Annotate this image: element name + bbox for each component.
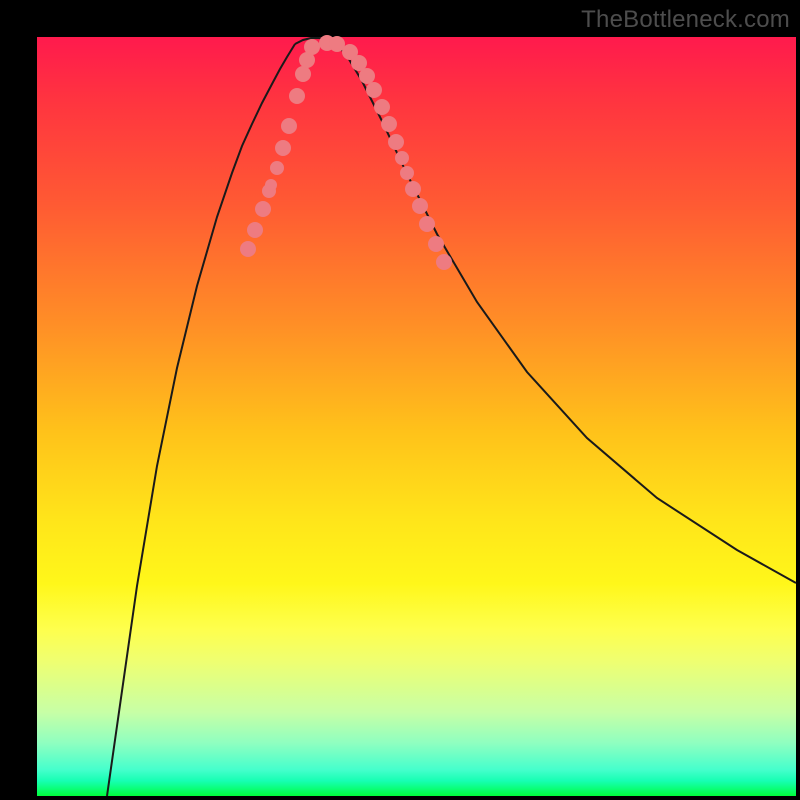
right-branch-curve <box>335 42 796 583</box>
data-point-icon <box>405 181 421 197</box>
data-point-icon <box>388 134 404 150</box>
left-branch-curve <box>107 44 295 796</box>
data-point-icon <box>265 179 277 191</box>
chart-svg <box>37 37 796 796</box>
data-point-icon <box>366 82 382 98</box>
data-point-icon <box>240 241 256 257</box>
watermark-text: TheBottleneck.com <box>581 6 790 34</box>
data-point-icon <box>281 118 297 134</box>
data-point-icon <box>428 236 444 252</box>
data-point-icon <box>289 88 305 104</box>
data-point-icon <box>400 166 414 180</box>
chart-frame: TheBottleneck.com <box>0 0 800 800</box>
data-point-icon <box>247 222 263 238</box>
data-point-icon <box>295 66 311 82</box>
data-point-icon <box>359 68 375 84</box>
data-point-icon <box>304 39 320 55</box>
data-point-icon <box>270 161 284 175</box>
data-point-icon <box>395 151 409 165</box>
data-point-markers <box>240 35 452 270</box>
data-point-icon <box>275 140 291 156</box>
data-point-icon <box>419 216 435 232</box>
data-point-icon <box>381 116 397 132</box>
data-point-icon <box>412 198 428 214</box>
data-point-icon <box>374 99 390 115</box>
data-point-icon <box>255 201 271 217</box>
data-point-icon <box>436 254 452 270</box>
